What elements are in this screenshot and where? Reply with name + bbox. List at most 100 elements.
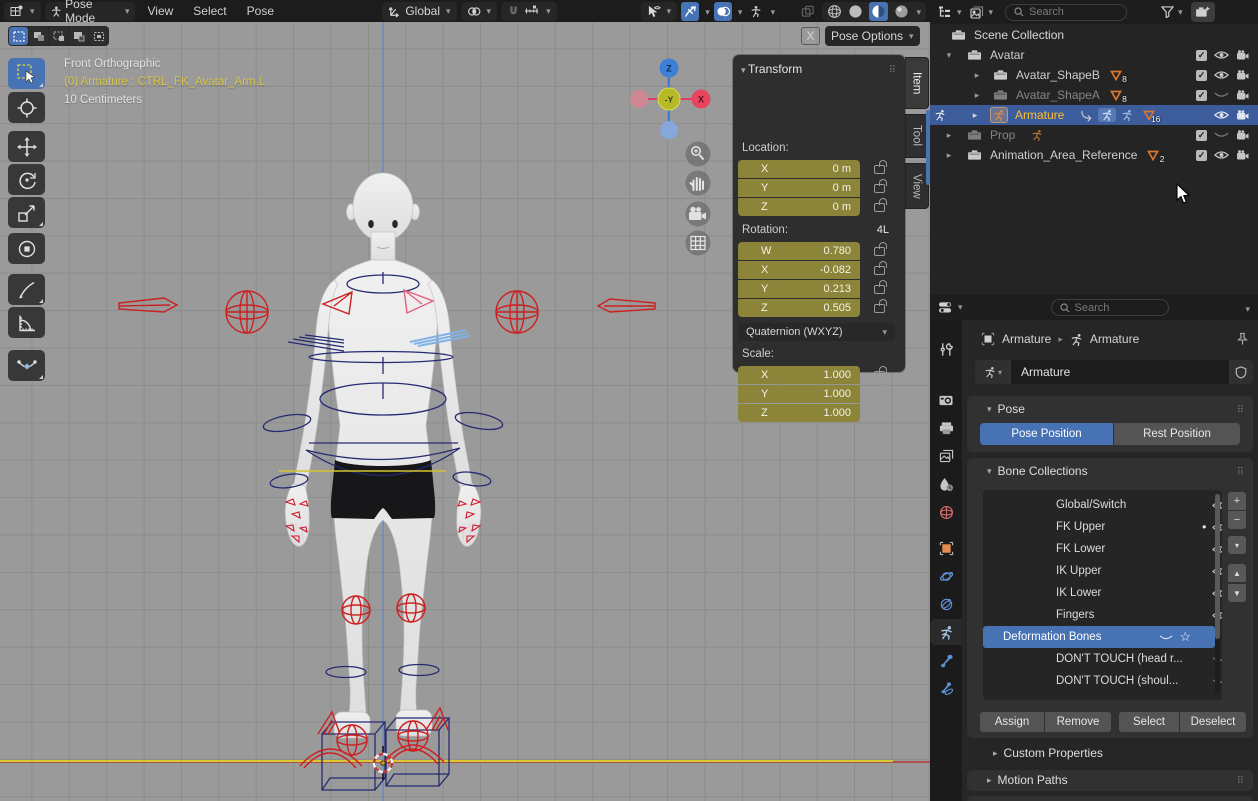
select-button[interactable]: Select xyxy=(1119,712,1179,732)
lock-icon[interactable] xyxy=(874,247,885,256)
eye-closed-icon[interactable] xyxy=(1159,633,1173,642)
solo-star-icon[interactable] xyxy=(1179,629,1191,645)
camera-icon[interactable] xyxy=(1236,90,1250,101)
lock-icon[interactable] xyxy=(874,409,885,418)
list-scrollbar-thumb[interactable] xyxy=(1215,494,1220,639)
eye-closed-icon[interactable] xyxy=(1214,90,1229,100)
fake-user-shield-button[interactable] xyxy=(1229,360,1253,384)
sidebar-scrollbar[interactable] xyxy=(926,110,930,185)
remove-collection-button[interactable]: − xyxy=(1228,511,1246,529)
expand-icon[interactable]: ▸ xyxy=(972,70,982,81)
outliner-row-avatar-shapeb[interactable]: ▸ Avatar_ShapeB 8 xyxy=(930,65,1258,85)
pose-panel-header[interactable]: Pose xyxy=(987,402,1025,416)
move-collection-up-button[interactable]: ▲ xyxy=(1228,564,1246,582)
lock-icon[interactable] xyxy=(874,266,885,275)
breadcrumb-data[interactable]: Armature xyxy=(1090,332,1139,346)
lock-icon[interactable] xyxy=(874,165,885,174)
overlays-dropdown[interactable] xyxy=(736,4,743,18)
properties-options-dropdown[interactable] xyxy=(1243,301,1250,315)
tab-bone[interactable] xyxy=(930,647,962,673)
tool-pose-breakdowner[interactable] xyxy=(8,350,45,381)
add-collection-button[interactable]: + xyxy=(1228,492,1246,510)
location-y-field[interactable]: Y0 m xyxy=(738,179,860,197)
editor-type-button[interactable] xyxy=(4,2,41,21)
collection-specials-menu[interactable]: ▾ xyxy=(1228,536,1246,554)
list-item-fingers[interactable]: Fingers xyxy=(1036,604,1222,626)
tab-tool[interactable] xyxy=(930,336,962,362)
breadcrumb-object[interactable]: Armature xyxy=(1002,332,1051,346)
eye-closed-icon[interactable] xyxy=(1214,130,1229,140)
new-collection-button[interactable] xyxy=(1191,2,1215,22)
outliner-row-scene-collection[interactable]: Scene Collection xyxy=(930,25,1258,45)
outliner-row-avatar-shapea[interactable]: ▸ Avatar_ShapeA 8 xyxy=(930,85,1258,105)
eye-open-icon[interactable] xyxy=(1214,110,1229,120)
outliner-row-armature-selected[interactable]: ▸ Armature 16 xyxy=(930,105,1258,125)
tab-world[interactable] xyxy=(930,499,962,525)
camera-icon[interactable] xyxy=(1236,70,1250,81)
outliner-editor-type-button[interactable] xyxy=(938,6,962,19)
panel-grip[interactable] xyxy=(1237,464,1245,478)
exclude-checkbox[interactable] xyxy=(1196,70,1207,81)
tool-annotate[interactable] xyxy=(8,274,45,305)
deselect-button[interactable]: Deselect xyxy=(1180,712,1246,732)
list-item-ik-lower[interactable]: IK Lower xyxy=(1036,582,1222,604)
menu-pose[interactable]: Pose xyxy=(239,2,282,21)
expand-icon[interactable]: ▾ xyxy=(944,50,954,61)
rotation-w-field[interactable]: W0.780 xyxy=(738,242,860,260)
snapping-dropdown[interactable] xyxy=(501,2,557,21)
scale-x-field[interactable]: X1.000 xyxy=(738,366,860,384)
lock-icon[interactable] xyxy=(874,285,885,294)
camera-icon[interactable] xyxy=(1236,130,1250,141)
tab-view-layer[interactable] xyxy=(930,443,962,469)
lock-icon[interactable] xyxy=(874,203,885,212)
eye-open-icon[interactable] xyxy=(1214,50,1229,60)
list-item-global-switch[interactable]: Global/Switch xyxy=(1036,494,1222,516)
list-item-deformation-bones-selected[interactable]: Deformation Bones xyxy=(983,626,1215,648)
exclude-checkbox[interactable] xyxy=(1196,150,1207,161)
list-item-ik-upper[interactable]: IK Upper xyxy=(1036,560,1222,582)
lock-icon[interactable] xyxy=(874,184,885,193)
toggle-xray[interactable] xyxy=(799,2,817,21)
list-scrollbar-track[interactable] xyxy=(1215,494,1220,694)
rotation-x-field[interactable]: X-0.082 xyxy=(738,261,860,279)
panel-grip[interactable] xyxy=(1237,402,1245,416)
outliner-row-avatar[interactable]: ▾ Avatar xyxy=(930,45,1258,65)
zoom-button[interactable] xyxy=(686,142,711,167)
grid-perspective-button[interactable] xyxy=(686,231,711,256)
properties-search-input[interactable]: Search xyxy=(1051,299,1169,316)
exclude-checkbox[interactable] xyxy=(1196,90,1207,101)
shading-wireframe-icon[interactable] xyxy=(827,4,842,19)
pose-display-dropdown[interactable] xyxy=(769,4,776,18)
transform-panel-title[interactable]: ▾ Transform xyxy=(741,62,802,76)
panel-grip[interactable] xyxy=(889,62,897,76)
tool-scale[interactable] xyxy=(8,197,45,228)
camera-icon[interactable] xyxy=(1236,150,1250,161)
mirror-x-toggle[interactable]: X xyxy=(801,27,820,45)
shading-solid-icon[interactable] xyxy=(848,4,863,19)
exclude-checkbox[interactable] xyxy=(1196,130,1207,141)
camera-icon[interactable] xyxy=(1236,50,1250,61)
list-item-fk-lower[interactable]: FK Lower xyxy=(1036,538,1222,560)
shading-material-preview-active[interactable] xyxy=(869,2,888,21)
outliner-search-input[interactable]: Search xyxy=(1005,4,1127,21)
list-item-dont-touch-head[interactable]: DON'T TOUCH (head r... xyxy=(1036,648,1222,670)
tool-move[interactable] xyxy=(8,131,45,162)
tab-object-constraints[interactable] xyxy=(930,591,962,617)
rotation-y-field[interactable]: Y0.213 xyxy=(738,280,860,298)
custom-properties-panel[interactable]: Custom Properties xyxy=(975,742,1253,764)
camera-icon[interactable] xyxy=(1236,110,1250,121)
eye-open-icon[interactable] xyxy=(1214,150,1229,160)
menu-select[interactable]: Select xyxy=(185,2,234,21)
transform-orientation-dropdown[interactable]: Global xyxy=(382,2,456,21)
select-mode-subtract[interactable] xyxy=(49,27,68,45)
id-type-dropdown[interactable]: ▾ xyxy=(975,360,1011,384)
rotation-mode-dropdown[interactable]: Quaternion (WXYZ)▾ xyxy=(738,323,895,341)
assign-button[interactable]: Assign xyxy=(980,712,1044,732)
sidebar-tab-item[interactable]: Item xyxy=(905,57,929,109)
bone-collections-header[interactable]: Bone Collections xyxy=(987,464,1088,478)
properties-editor-type-button[interactable] xyxy=(938,301,963,314)
tab-render[interactable] xyxy=(930,387,962,413)
mode-dropdown[interactable]: Pose Mode xyxy=(45,2,136,21)
pin-icon[interactable] xyxy=(1236,332,1249,346)
select-mode-extend[interactable] xyxy=(29,27,48,45)
